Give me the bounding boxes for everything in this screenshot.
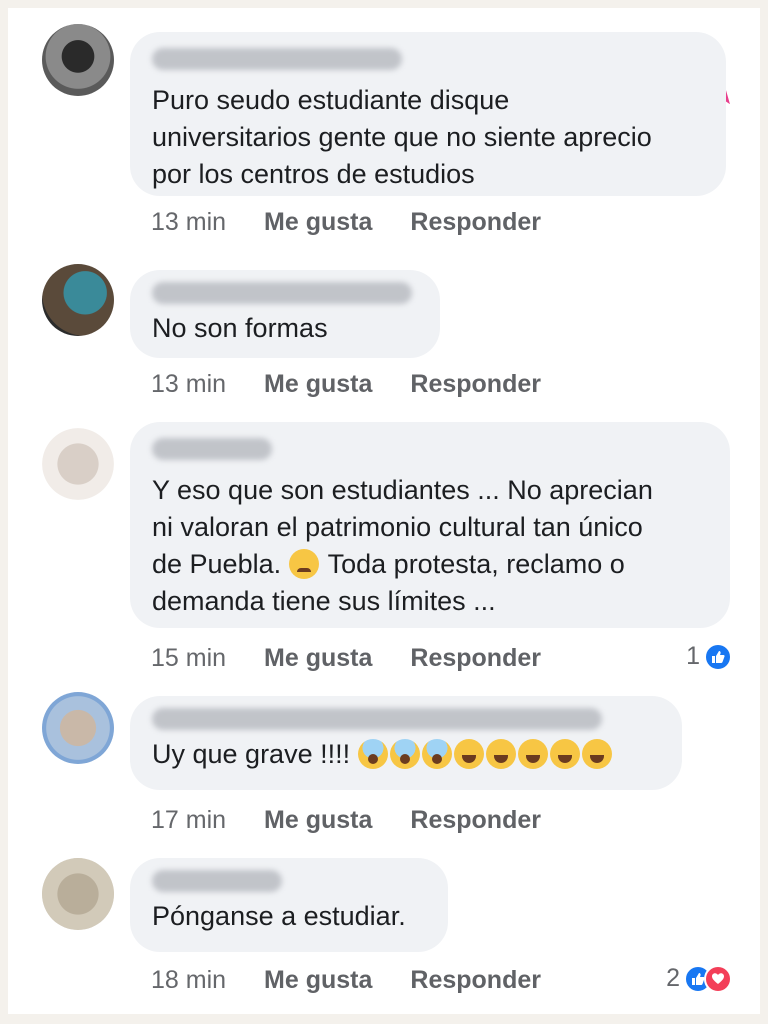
rolling-laughing-emoji-icon bbox=[549, 739, 580, 769]
comment-bubble: Y eso que son estudiantes ... No aprecia… bbox=[130, 422, 730, 628]
comment-time[interactable]: 13 min bbox=[151, 370, 226, 399]
comment-text: Uy que grave !!!! bbox=[152, 736, 660, 773]
fearful-face-emoji-icon bbox=[421, 739, 452, 769]
fearful-face-emoji-icon bbox=[357, 739, 388, 769]
avatar[interactable] bbox=[42, 858, 114, 930]
comment-time[interactable]: 13 min bbox=[151, 208, 226, 237]
comment-actions: 13 min Me gusta Responder bbox=[151, 370, 579, 399]
avatar[interactable] bbox=[42, 24, 114, 96]
commenter-name-blurred[interactable] bbox=[152, 870, 282, 892]
avatar[interactable] bbox=[42, 428, 114, 500]
like-link[interactable]: Me gusta bbox=[264, 208, 372, 237]
comment-text: No son formas bbox=[152, 313, 328, 343]
like-link[interactable]: Me gusta bbox=[264, 806, 372, 835]
comment-bubble: No son formas bbox=[130, 270, 440, 358]
commenter-name-blurred[interactable] bbox=[152, 438, 272, 460]
comment-actions: 18 min Me gusta Responder bbox=[151, 966, 579, 995]
reply-link[interactable]: Responder bbox=[410, 208, 541, 237]
comment-actions: 17 min Me gusta Responder bbox=[151, 806, 579, 835]
reaction-summary[interactable]: 2 bbox=[666, 964, 732, 993]
reaction-summary[interactable]: 1 bbox=[686, 642, 732, 671]
comment-time[interactable]: 18 min bbox=[151, 966, 226, 995]
reply-link[interactable]: Responder bbox=[410, 644, 541, 673]
like-link[interactable]: Me gusta bbox=[264, 644, 372, 673]
rolling-laughing-emoji-icon bbox=[485, 739, 516, 769]
commenter-name-blurred[interactable] bbox=[152, 282, 412, 304]
avatar[interactable] bbox=[42, 692, 114, 764]
comment-text: Y eso que son estudiantes ... No aprecia… bbox=[152, 472, 708, 620]
commenter-name-blurred[interactable] bbox=[152, 48, 402, 70]
reaction-count: 1 bbox=[686, 642, 700, 670]
comment-time[interactable]: 17 min bbox=[151, 806, 226, 835]
like-icon bbox=[704, 642, 732, 671]
reaction-count: 2 bbox=[666, 964, 680, 992]
reply-link[interactable]: Responder bbox=[410, 370, 541, 399]
love-heart-icon bbox=[704, 964, 732, 993]
avatar[interactable] bbox=[42, 264, 114, 336]
comment-actions: 13 min Me gusta Responder bbox=[151, 208, 579, 237]
comment-time[interactable]: 15 min bbox=[151, 644, 226, 673]
comment-bubble: Uy que grave !!!! bbox=[130, 696, 682, 790]
comments-screenshot-frame: Puro seudo estudiante disque universitar… bbox=[8, 8, 760, 1014]
comment-text: Pónganse a estudiar. bbox=[152, 901, 406, 931]
rolling-laughing-emoji-icon bbox=[517, 739, 548, 769]
comment-text-part: Uy que grave !!!! bbox=[152, 739, 358, 769]
like-link[interactable]: Me gusta bbox=[264, 370, 372, 399]
comment-text: Puro seudo estudiante disque universitar… bbox=[152, 85, 652, 189]
comment-bubble: Pónganse a estudiar. bbox=[130, 858, 448, 952]
fearful-face-emoji-icon bbox=[389, 739, 420, 769]
like-link[interactable]: Me gusta bbox=[264, 966, 372, 995]
reply-link[interactable]: Responder bbox=[410, 806, 541, 835]
commenter-name-blurred[interactable] bbox=[152, 708, 602, 730]
rolling-laughing-emoji-icon bbox=[581, 739, 612, 769]
sad-face-emoji-icon bbox=[288, 549, 319, 579]
comment-bubble: Puro seudo estudiante disque universitar… bbox=[130, 32, 726, 196]
comment-actions: 15 min Me gusta Responder bbox=[151, 644, 579, 673]
rolling-laughing-emoji-icon bbox=[453, 739, 484, 769]
reply-link[interactable]: Responder bbox=[410, 966, 541, 995]
